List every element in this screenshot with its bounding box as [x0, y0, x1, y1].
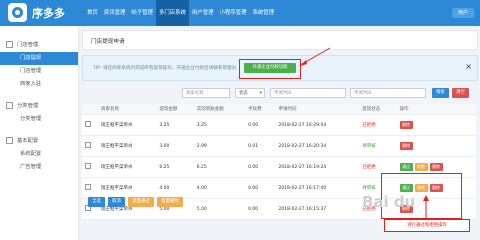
- annotation-arrows: [300, 47, 429, 219]
- arrow-head: [423, 195, 429, 201]
- arrow-head: [300, 60, 307, 66]
